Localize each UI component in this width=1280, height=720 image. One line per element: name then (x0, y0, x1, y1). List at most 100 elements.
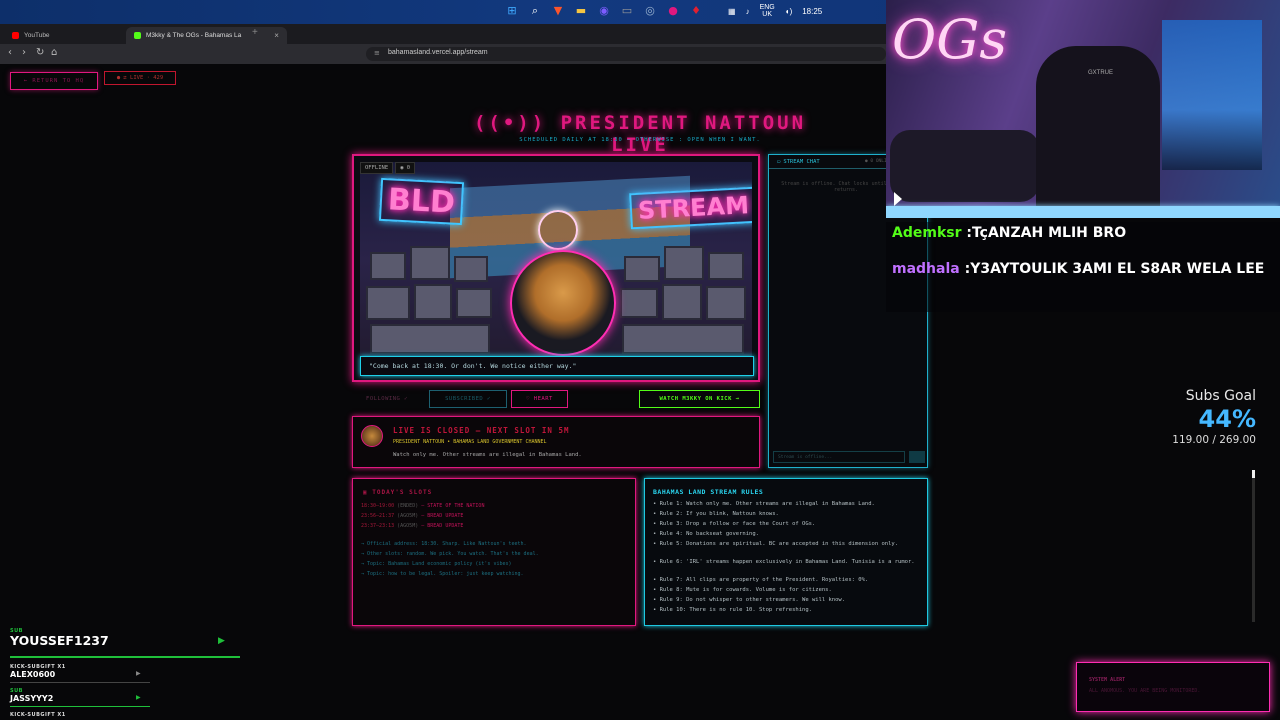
slot-note: → Official address: 18:30. Sharp. Like N… (361, 541, 527, 547)
halo-ring (538, 210, 578, 250)
slot-row: 23:37–23:13 (AGO5M) — BREAD UPDATE (361, 523, 464, 529)
folder-icon[interactable]: ▬ (573, 3, 589, 19)
chat-send-button[interactable] (909, 451, 925, 463)
rule-item: • Rule 5: Donations are spiritual. BC ar… (653, 541, 899, 547)
system-alert-box: SYSTEM ALERT ALL ANOMOUS. YOU ARE BEING … (1076, 662, 1270, 712)
alert-title: SYSTEM ALERT (1089, 677, 1126, 683)
slot-note: → Other slots: random. We pick. You watc… (361, 551, 539, 557)
overlay-chat-message: Ademksr :TçANZAH MLIH BRO (892, 225, 1127, 241)
screen: ⊞ ⌕ ▼ ▬ ◉ ▭ ◎ ● ♦ ▦ ♪ ENG UK ◖) 18:25 Yo… (0, 0, 1280, 720)
volume-icon[interactable]: ◖) (785, 7, 793, 16)
return-to-hq-button[interactable]: ← RETURN TO HQ (10, 72, 98, 90)
new-tab-button[interactable]: + (252, 27, 258, 38)
subs-goal-count: 119.00 / 269.00 (1172, 434, 1256, 446)
event-item: SUB YOUSSEF1237 (10, 628, 109, 648)
neon-logo-ogs: OGs (892, 8, 1008, 71)
chat-bubble-icon: ▭ (777, 158, 781, 165)
grid-icon[interactable]: ▦ (728, 7, 736, 16)
brave-icon[interactable]: ▼ (550, 3, 566, 19)
live-indicator: ● ⇄ LIVE · 429 (104, 71, 176, 85)
subscribe-button[interactable]: SUBSCRIBED ✓ (429, 390, 507, 408)
reload-icon[interactable]: ↻ (36, 47, 44, 58)
subs-goal-progress-bar (1252, 470, 1255, 622)
page-title: ((•)) PRESIDENT NATTOUN LIVE (473, 112, 807, 156)
taskbar-icons: ⊞ ⌕ ▼ ▬ ◉ ▭ ◎ ● ♦ (504, 3, 704, 19)
calendar-icon: ▣ (363, 489, 373, 496)
windows-start-icon[interactable]: ⊞ (504, 3, 520, 19)
president-portrait (510, 250, 616, 356)
slot-note: → Topic: Bahamas Land economic policy (i… (361, 561, 512, 567)
neon-sign-stream: STREAM (629, 186, 752, 230)
heart-button[interactable]: ♡ HEART (511, 390, 568, 408)
play-icon: ▶ (218, 636, 225, 646)
search-icon[interactable]: ⌕ (527, 3, 543, 19)
live-closed-panel: LIVE IS CLOSED — NEXT SLOT IN 5M PRESIDE… (352, 416, 760, 468)
subs-goal-percent: 44% (1198, 405, 1256, 433)
home-icon[interactable]: ⌂ (51, 47, 57, 58)
tv-stack-left (366, 242, 496, 358)
steam-icon[interactable]: ◎ (642, 3, 658, 19)
subs-goal-widget: Subs Goal 44% 119.00 / 269.00 (1100, 388, 1256, 446)
taskbar-clock[interactable]: 18:25 (802, 7, 822, 16)
cam-shelf (1162, 20, 1262, 170)
slot-row: 23:56–21:37 (AGO5M) — BREAD UPDATE (361, 513, 464, 519)
avatar (361, 425, 383, 447)
alert-text: ALL ANOMOUS. YOU ARE BEING MONITORED. (1089, 688, 1201, 694)
pin-icon[interactable]: ♦ (688, 3, 704, 19)
chat-input[interactable]: Stream is offline... (773, 451, 905, 463)
mic-icon[interactable]: ♪ (746, 7, 750, 16)
rule-item: • Rule 7: All clips are property of the … (653, 577, 869, 583)
offline-thumbnail: BLD STREAM (360, 162, 752, 358)
watch-on-kick-button[interactable]: WATCH M3KKY ON KICK → (639, 390, 760, 408)
close-tab-icon[interactable]: × (274, 31, 279, 40)
language-indicator[interactable]: ENG UK (760, 4, 775, 18)
slot-row: 18:30–19:00 (ENDED) — STATE OF THE NATIO… (361, 503, 485, 509)
play-icon (894, 192, 902, 206)
site-info-icon[interactable]: ≡ (374, 49, 380, 57)
tab-youtube[interactable]: YouTube (4, 27, 58, 44)
play-icon: ▶ (136, 694, 141, 701)
rules-title: BAHAMAS LAND STREAM RULES (653, 488, 764, 496)
chat-title: STREAM CHAT (783, 158, 820, 165)
rule-item: • Rule 3: Drop a follow or face the Cour… (653, 521, 816, 527)
rule-item: • Rule 4: No backseat governing. (653, 531, 759, 537)
stream-player[interactable]: BLD STREAM OFFLINE ◉ 0 "Come back at 18:… (352, 154, 760, 382)
address-bar[interactable]: ≡ bahamasland.vercel.app/stream (366, 47, 886, 61)
cam-frame-border (886, 206, 1280, 218)
app-icon[interactable]: ◉ (596, 3, 612, 19)
stream-rules-panel: BAHAMAS LAND STREAM RULES • Rule 1: Watc… (644, 478, 928, 626)
event-divider (10, 682, 150, 683)
tv-stack-right (618, 242, 748, 358)
rule-item: • Rule 8: Mute is for cowards. Volume is… (653, 587, 832, 593)
closed-channel: PRESIDENT NATTOUN • BAHAMAS LAND GOVERNM… (393, 439, 547, 445)
event-item: SUB JASSYYY2 (10, 688, 54, 703)
system-tray: ▦ ♪ ENG UK ◖) 18:25 (728, 4, 822, 18)
neon-sign-bld: BLD (378, 177, 464, 226)
tab-stream[interactable]: M3kky & The OGs - Bahamas La × (126, 27, 287, 44)
offline-badge: OFFLINE (360, 162, 394, 174)
follow-button[interactable]: FOLLOWING ✓ (352, 390, 422, 408)
viewer-count-badge: ◉ 0 (395, 162, 416, 174)
event-progress-line (10, 706, 150, 707)
page-subtitle: SCHEDULED DAILY AT 18:30 — OTHERWISE : O… (519, 137, 761, 143)
overlay-chat-message: madhala :Y3AYTOULIK 3AMI EL S8AR WELA LE… (892, 261, 1265, 277)
subs-goal-progress-fill (1252, 470, 1255, 479)
back-icon[interactable]: ‹ (8, 47, 12, 58)
event-item: KICK-SUBGIFT X1 (10, 712, 66, 718)
play-icon: ▶ (136, 670, 141, 677)
rule-item: • Rule 9: Do not whisper to other stream… (653, 597, 846, 603)
player-badges: OFFLINE ◉ 0 (360, 162, 416, 174)
todays-slots-panel: ▣ TODAY'S SLOTS 18:30–19:00 (ENDED) — ST… (352, 478, 636, 626)
cam-bed (890, 130, 1040, 202)
webcam-overlay: OGs GXTRUE (886, 0, 1280, 218)
forward-icon[interactable]: › (22, 47, 26, 58)
slots-title: ▣ TODAY'S SLOTS (363, 489, 433, 496)
offline-caption: "Come back at 18:30. Or don't. We notice… (360, 356, 754, 376)
rule-item: • Rule 6: 'IRL' streams happen exclusive… (653, 559, 915, 565)
rule-item: • Rule 1: Watch only me. Other streams a… (653, 501, 875, 507)
kick-favicon-icon (134, 32, 141, 39)
terminal-icon[interactable]: ▭ (619, 3, 635, 19)
url-text[interactable]: bahamasland.vercel.app/stream (388, 49, 488, 56)
record-icon[interactable]: ● (665, 3, 681, 19)
event-progress-line (10, 656, 240, 658)
